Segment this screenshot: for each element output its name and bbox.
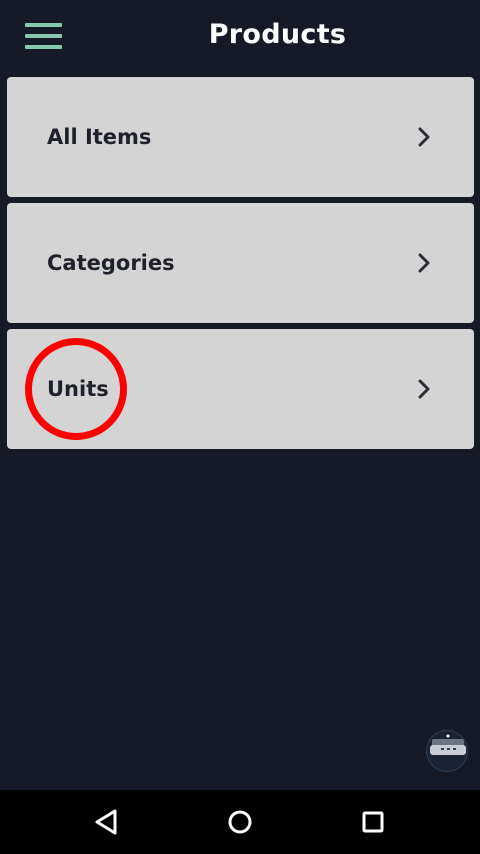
system-nav-bar (0, 790, 480, 854)
chevron-right-icon (418, 127, 430, 147)
menu-button[interactable] (22, 20, 66, 56)
floating-assistant-icon (430, 734, 466, 755)
menu-item-all-items[interactable]: All Items (7, 77, 474, 197)
back-triangle-icon[interactable] (91, 806, 123, 838)
menu-item-label: Categories (47, 251, 175, 275)
chevron-right-icon (418, 253, 430, 273)
floating-assistant-button[interactable] (426, 730, 468, 772)
recents-square-icon[interactable] (357, 806, 389, 838)
products-menu-list: All Items Categories Units (7, 77, 474, 455)
page-title: Products (208, 19, 347, 50)
chevron-right-icon (418, 379, 430, 399)
menu-item-label: Units (47, 377, 109, 401)
menu-item-label: All Items (47, 125, 152, 149)
home-circle-icon[interactable] (224, 806, 256, 838)
app-bar: Products (0, 0, 480, 76)
menu-item-units[interactable]: Units (7, 329, 474, 449)
menu-item-categories[interactable]: Categories (7, 203, 474, 323)
